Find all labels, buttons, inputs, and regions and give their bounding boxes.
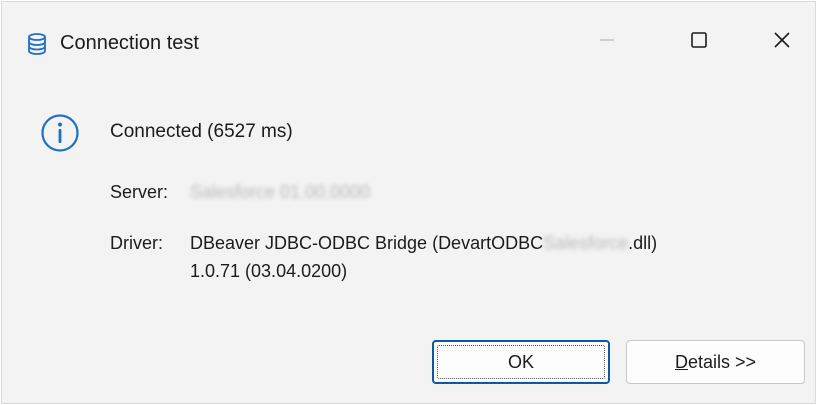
- driver-name-prefix: DBeaver JDBC-ODBC Bridge (DevartODBC: [190, 233, 544, 253]
- server-value: Salesforce 01.00.0000: [190, 182, 371, 202]
- minimize-icon: [599, 32, 615, 53]
- connection-status: Connected (6527 ms): [110, 121, 293, 142]
- close-button[interactable]: [742, 12, 817, 72]
- server-label: Server:: [110, 182, 169, 202]
- details-button-label: Details >>: [675, 352, 756, 373]
- ok-button-label: OK: [507, 351, 534, 372]
- driver-label: Driver:: [110, 233, 163, 253]
- title-bar[interactable]: Connection test: [2, 2, 815, 74]
- maximize-button[interactable]: [659, 12, 739, 72]
- database-icon: [27, 33, 47, 55]
- maximize-icon: [690, 31, 708, 54]
- details-button[interactable]: Details >>: [626, 340, 805, 384]
- details-label-rest: etails >>: [687, 351, 757, 372]
- ok-button[interactable]: OK: [432, 340, 610, 384]
- connection-test-dialog: Connection test Connected (6527 ms) Serv…: [1, 1, 816, 404]
- driver-name: DBeaver JDBC-ODBC Bridge (DevartODBCSale…: [190, 233, 657, 254]
- window-title: Connection test: [60, 32, 199, 54]
- info-icon: [40, 113, 80, 153]
- close-icon: [773, 31, 791, 54]
- driver-name-redacted: Salesforce: [543, 233, 629, 253]
- driver-version: 1.0.71 (03.04.0200): [190, 261, 348, 281]
- minimize-button[interactable]: [567, 12, 647, 72]
- driver-name-suffix: .dll): [628, 233, 658, 253]
- details-mnemonic: D: [674, 351, 688, 372]
